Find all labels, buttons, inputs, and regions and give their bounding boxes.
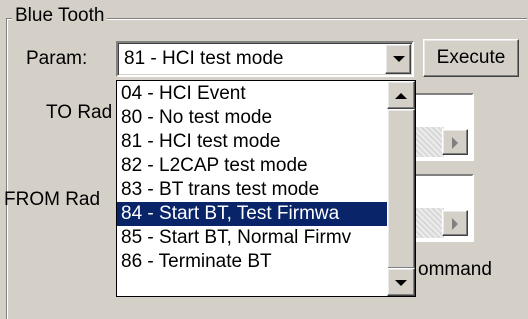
dropdown-items: 04 - HCI Event 80 - No test mode 81 - HCI …: [117, 82, 389, 274]
dropdown-item[interactable]: 85 - Start BT, Normal Firmv: [117, 226, 389, 250]
arrow-right-icon: [452, 137, 458, 149]
dropdown-item[interactable]: 81 - HCI test mode: [117, 130, 389, 154]
combobox-dropdown-button[interactable]: [385, 44, 411, 74]
groupbox-title: Blue Tooth: [12, 3, 108, 29]
param-combobox[interactable]: 81 - HCI test mode: [116, 41, 414, 77]
to-radio-send-button[interactable]: [442, 129, 468, 155]
dropdown-item[interactable]: 82 - L2CAP test mode: [117, 154, 389, 178]
from-radio-send-button[interactable]: [442, 210, 468, 236]
dropdown-item[interactable]: 86 - Terminate BT: [117, 250, 389, 274]
scroll-thumb[interactable]: [387, 109, 415, 269]
dropdown-item[interactable]: 84 - Start BT, Test Firmwa: [117, 202, 389, 226]
from-radio-label: FROM Rad: [4, 189, 101, 210]
execute-button[interactable]: Execute: [423, 39, 519, 77]
dropdown-item[interactable]: 83 - BT trans test mode: [117, 178, 389, 202]
command-label: ommand: [418, 259, 492, 280]
dropdown-item[interactable]: 04 - HCI Event: [117, 82, 389, 106]
arrow-up-icon: [395, 93, 407, 99]
arrow-right-icon: [452, 218, 458, 230]
to-radio-label: TO Rad: [46, 102, 113, 123]
dropdown-item[interactable]: 80 - No test mode: [117, 106, 389, 130]
dropdown-scrollbar[interactable]: [387, 81, 415, 296]
scroll-down-button[interactable]: [387, 268, 415, 296]
param-label: Param:: [26, 48, 88, 69]
chevron-down-icon: [393, 56, 405, 62]
param-combobox-value: 81 - HCI test mode: [124, 48, 284, 69]
param-dropdown-list[interactable]: 04 - HCI Event 80 - No test mode 81 - HCI …: [116, 80, 416, 297]
arrow-down-icon: [395, 280, 407, 286]
scroll-up-button[interactable]: [387, 81, 415, 109]
